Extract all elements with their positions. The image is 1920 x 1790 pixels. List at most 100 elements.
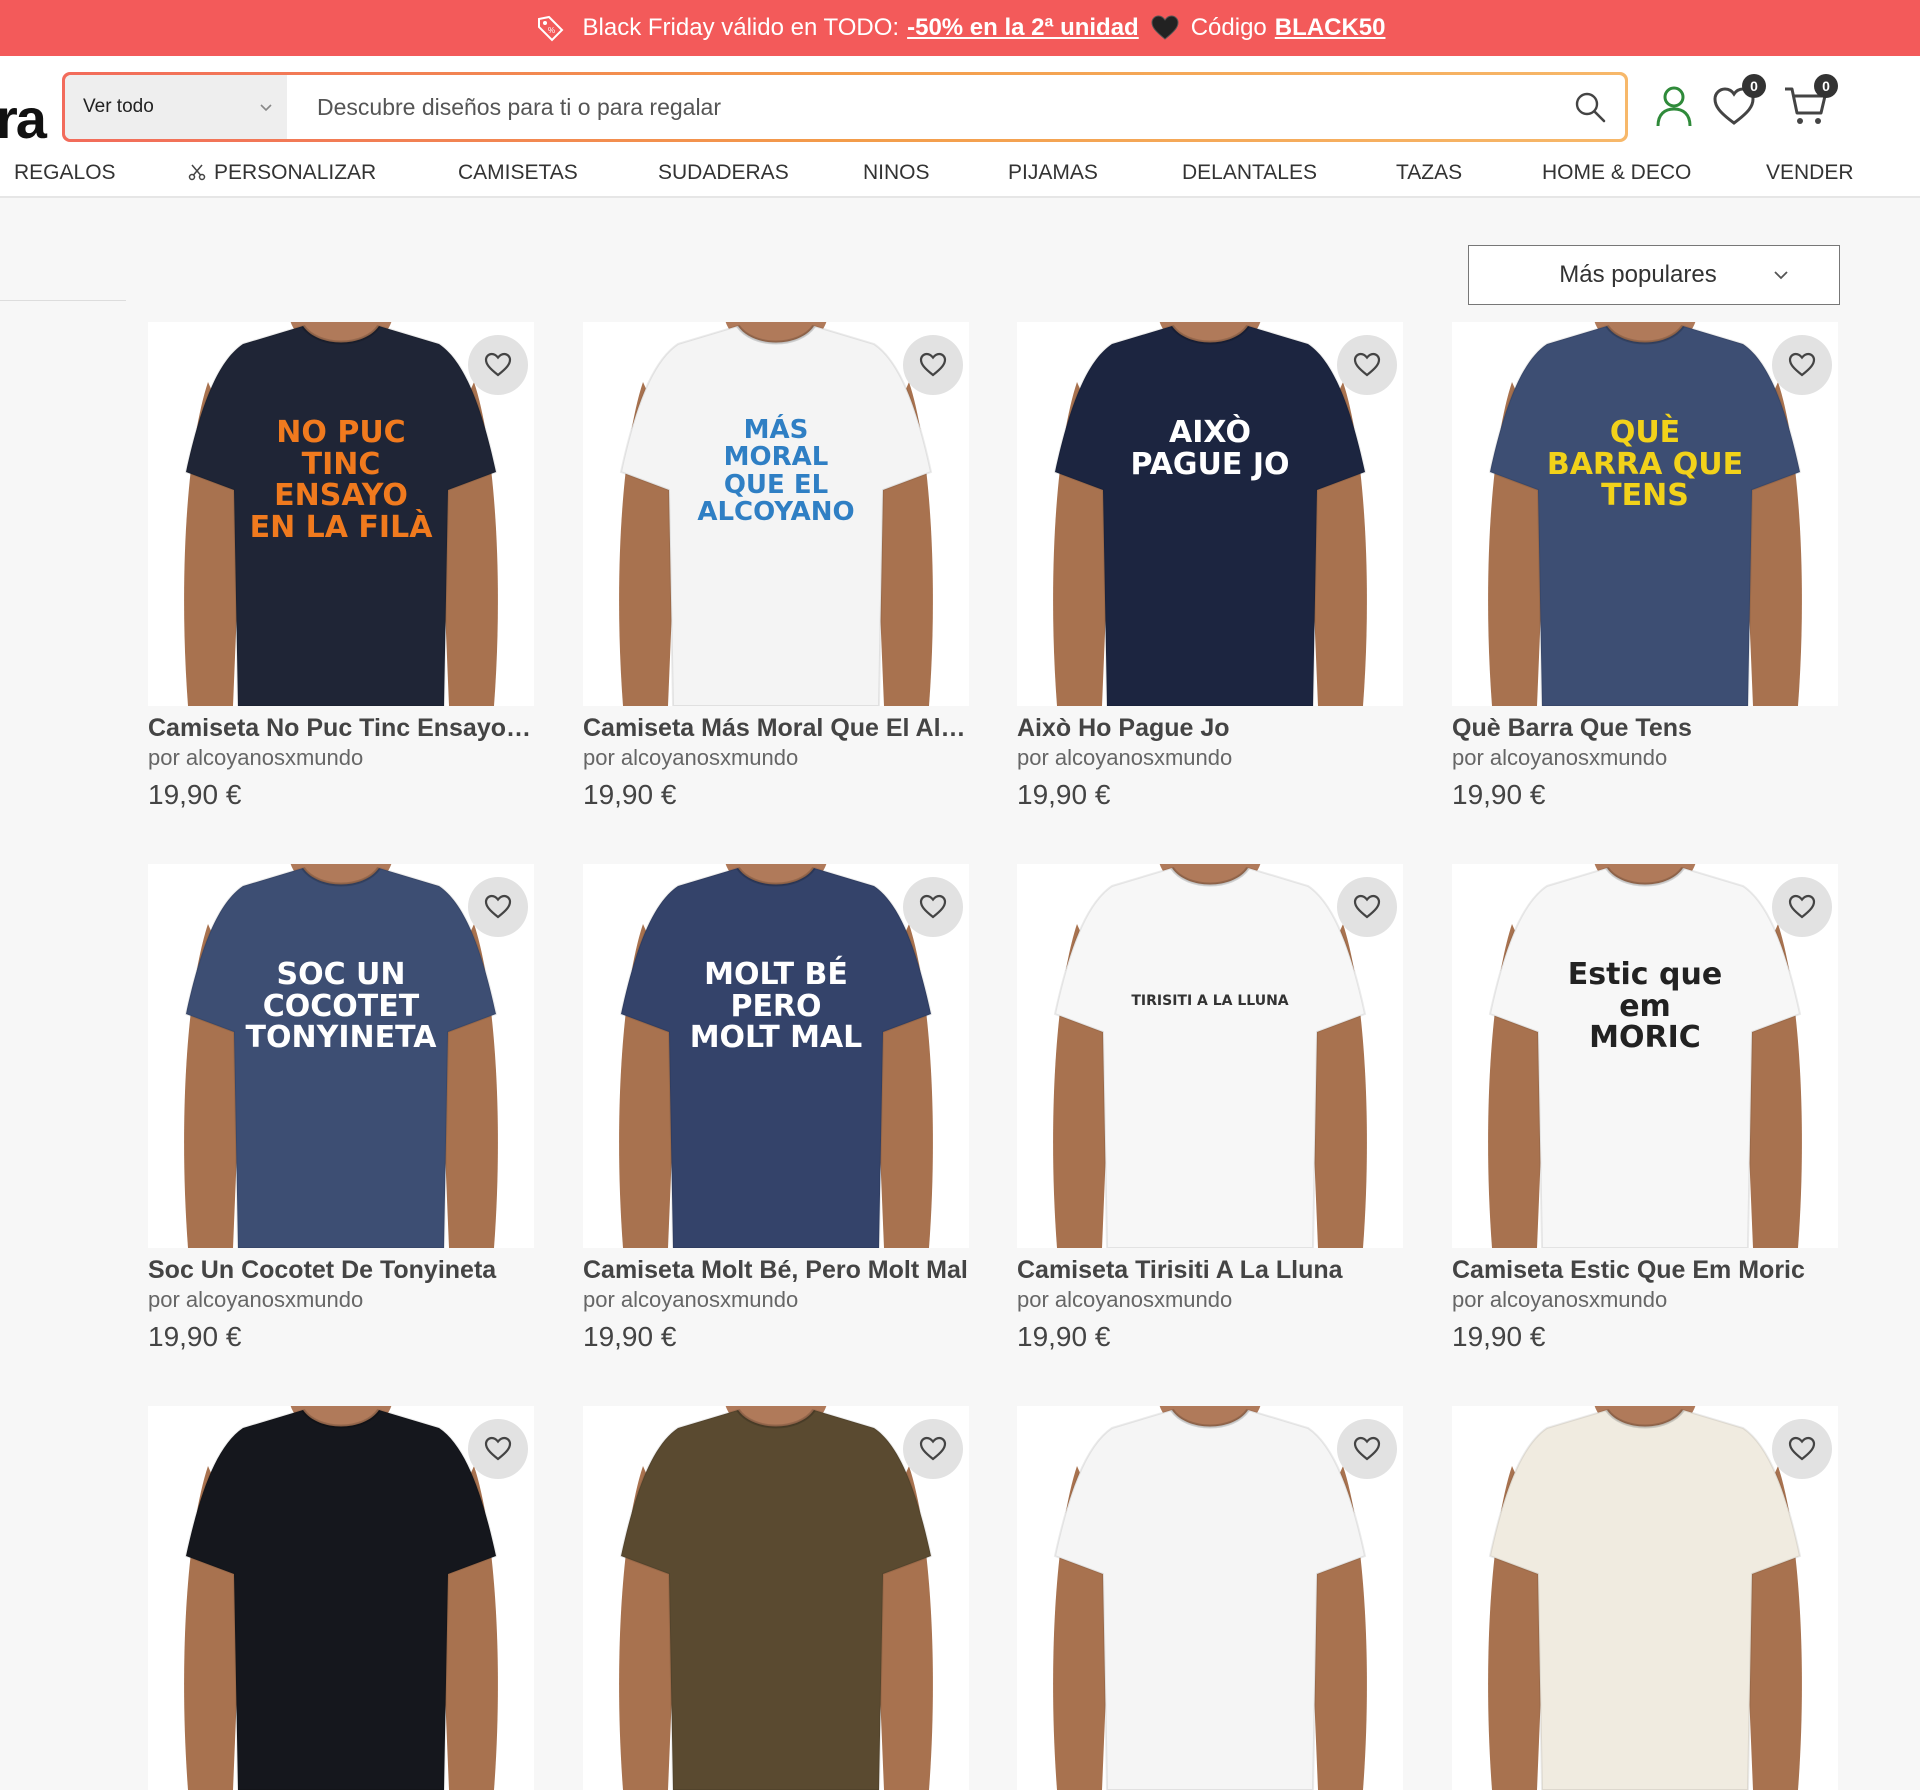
product-image[interactable] [583,1406,969,1790]
product-title[interactable]: Què Barra Que Tens [1452,714,1838,743]
product-card[interactable]: TIRISITI A LA LLUNA Camiseta Tirisiti A L… [1017,864,1403,1353]
product-seller[interactable]: por alcoyanosxmundo [1017,1287,1403,1313]
product-seller[interactable]: por alcoyanosxmundo [148,1287,534,1313]
search-button[interactable] [1555,75,1625,139]
nav-item-pijamas[interactable]: PIJAMAS [1008,152,1098,194]
site-header: ra Ver todo 0 0 REGALO [0,56,1920,198]
product-card[interactable] [583,1406,969,1790]
product-card[interactable]: Estic que em MORIC Camiseta Estic Que Em M… [1452,864,1838,1353]
shirt-design-line: TIRISITI A LA LLUNA [1131,993,1289,1009]
nav-item-personalizar[interactable]: PERSONALIZAR [188,152,376,194]
product-image[interactable]: TIRISITI A LA LLUNA [1017,864,1403,1248]
product-seller[interactable]: por alcoyanosxmundo [1017,745,1403,771]
shirt-design-line: SOC UN [276,957,406,992]
product-title[interactable]: Soc Un Cocotet De Tonyineta [148,1256,534,1285]
scissors-icon [188,164,206,181]
shirt-design-line: BARRA QUE [1546,446,1744,482]
nav-item-camisetas[interactable]: CAMISETAS [458,152,578,194]
nav-item-home-deco[interactable]: HOME & DECO [1542,152,1691,194]
product-title[interactable]: Camiseta Estic Que Em Moric [1452,1256,1838,1285]
add-to-wishlist-button[interactable] [1337,1419,1397,1479]
product-image[interactable]: QUÈ BARRA QUE TENS [1452,322,1838,706]
wishlist-button[interactable]: 0 [1708,74,1766,132]
product-image[interactable] [1017,1406,1403,1790]
add-to-wishlist-button[interactable] [903,877,963,937]
product-seller[interactable]: por alcoyanosxmundo [1452,745,1838,771]
heart-icon [484,352,512,377]
product-card[interactable]: MÁS MORAL QUE EL ALCOYANO Camiseta Más Moral… [583,322,969,811]
category-select[interactable]: Ver todo [65,75,287,139]
shirt-design-line: QUÈ [1609,415,1681,450]
promo-code-label: Código [1190,14,1267,41]
product-image[interactable]: MÁS MORAL QUE EL ALCOYANO [583,322,969,706]
product-title[interactable]: Camiseta Más Moral Que El Alc... [583,714,969,743]
chevron-down-icon [260,104,272,112]
promo-banner[interactable]: % Black Friday válido en TODO: -50% en l… [0,0,1920,56]
product-card[interactable] [148,1406,534,1790]
add-to-wishlist-button[interactable] [468,1419,528,1479]
shirt-design-print: AIXÒ PAGUE JO [1110,417,1310,480]
shirt-design-line: QUE EL [723,469,829,500]
product-seller[interactable]: por alcoyanosxmundo [583,1287,969,1313]
add-to-wishlist-button[interactable] [468,877,528,937]
nav-item-tazas[interactable]: TAZAS [1396,152,1462,194]
nav-item-vender[interactable]: VENDER [1766,152,1854,194]
cart-button[interactable]: 0 [1780,74,1838,132]
promo-code[interactable]: BLACK50 [1275,14,1386,42]
product-card[interactable] [1452,1406,1838,1790]
nav-item-sudaderas[interactable]: SUDADERAS [658,152,789,194]
nav-item-delantales[interactable]: DELANTALES [1182,152,1317,194]
product-price: 19,90 € [1452,1321,1546,1352]
chevron-down-icon [1774,271,1788,280]
heart-icon [1788,894,1816,919]
product-image[interactable]: MOLT BÉ PERO MOLT MAL [583,864,969,1248]
shirt-design-print: MOLT BÉ PERO MOLT MAL [676,959,876,1054]
product-title[interactable]: Camiseta Molt Bé, Pero Molt Mal [583,1256,969,1285]
product-seller[interactable]: por alcoyanosxmundo [583,745,969,771]
search-input[interactable] [287,75,1555,139]
account-button[interactable] [1648,80,1700,132]
product-price: 19,90 € [148,1321,242,1352]
product-price: 19,90 € [583,1321,677,1352]
add-to-wishlist-button[interactable] [1772,335,1832,395]
shirt-design-print: MÁS MORAL QUE EL ALCOYANO [676,416,876,526]
shirt-design-line: PAGUE JO [1130,446,1290,482]
heart-icon [1788,1436,1816,1461]
add-to-wishlist-button[interactable] [468,335,528,395]
discount-tag-icon: % [537,15,563,42]
site-logo[interactable]: ra [0,86,47,151]
add-to-wishlist-button[interactable] [903,1419,963,1479]
add-to-wishlist-button[interactable] [1337,335,1397,395]
product-seller[interactable]: por alcoyanosxmundo [148,745,534,771]
product-seller[interactable]: por alcoyanosxmundo [1452,1287,1838,1313]
sort-dropdown[interactable]: Más populares [1468,245,1840,305]
product-card[interactable]: QUÈ BARRA QUE TENS Què Barra Que Tens por al… [1452,322,1838,811]
product-image[interactable]: SOC UN COCOTET TONYINETA [148,864,534,1248]
product-card[interactable]: AIXÒ PAGUE JO Això Ho Pague Jo por alcoyano… [1017,322,1403,811]
product-price: 19,90 € [583,779,677,810]
product-card[interactable] [1017,1406,1403,1790]
add-to-wishlist-button[interactable] [903,335,963,395]
nav-item-regalos[interactable]: REGALOS [14,152,116,194]
nav-item-ninos[interactable]: NINOS [863,152,930,194]
product-image[interactable] [1452,1406,1838,1790]
search-bar: Ver todo [62,72,1628,142]
product-image[interactable]: Estic que em MORIC [1452,864,1838,1248]
add-to-wishlist-button[interactable] [1772,877,1832,937]
add-to-wishlist-button[interactable] [1337,877,1397,937]
product-title[interactable]: Camiseta Tirisiti A La Lluna [1017,1256,1403,1285]
product-card[interactable]: NO PUC TINC ENSAYO EN LA FILÀ Camiseta No P… [148,322,534,811]
product-card[interactable]: SOC UN COCOTET TONYINETA Soc Un Cocotet De … [148,864,534,1353]
shirt-design-print: TIRISITI A LA LLUNA [1110,994,1310,1009]
wishlist-count-badge: 0 [1742,74,1766,98]
product-title[interactable]: Camiseta No Puc Tinc Ensayo E... [148,714,534,743]
product-image[interactable]: AIXÒ PAGUE JO [1017,322,1403,706]
product-card[interactable]: MOLT BÉ PERO MOLT MAL Camiseta Molt Bé, Per… [583,864,969,1353]
heart-icon [484,1436,512,1461]
promo-discount-link[interactable]: -50% en la 2ª unidad [907,14,1139,42]
product-image[interactable] [148,1406,534,1790]
product-image[interactable]: NO PUC TINC ENSAYO EN LA FILÀ [148,322,534,706]
shirt-design-line: NO PUC [276,415,406,450]
product-title[interactable]: Això Ho Pague Jo [1017,714,1403,743]
add-to-wishlist-button[interactable] [1772,1419,1832,1479]
